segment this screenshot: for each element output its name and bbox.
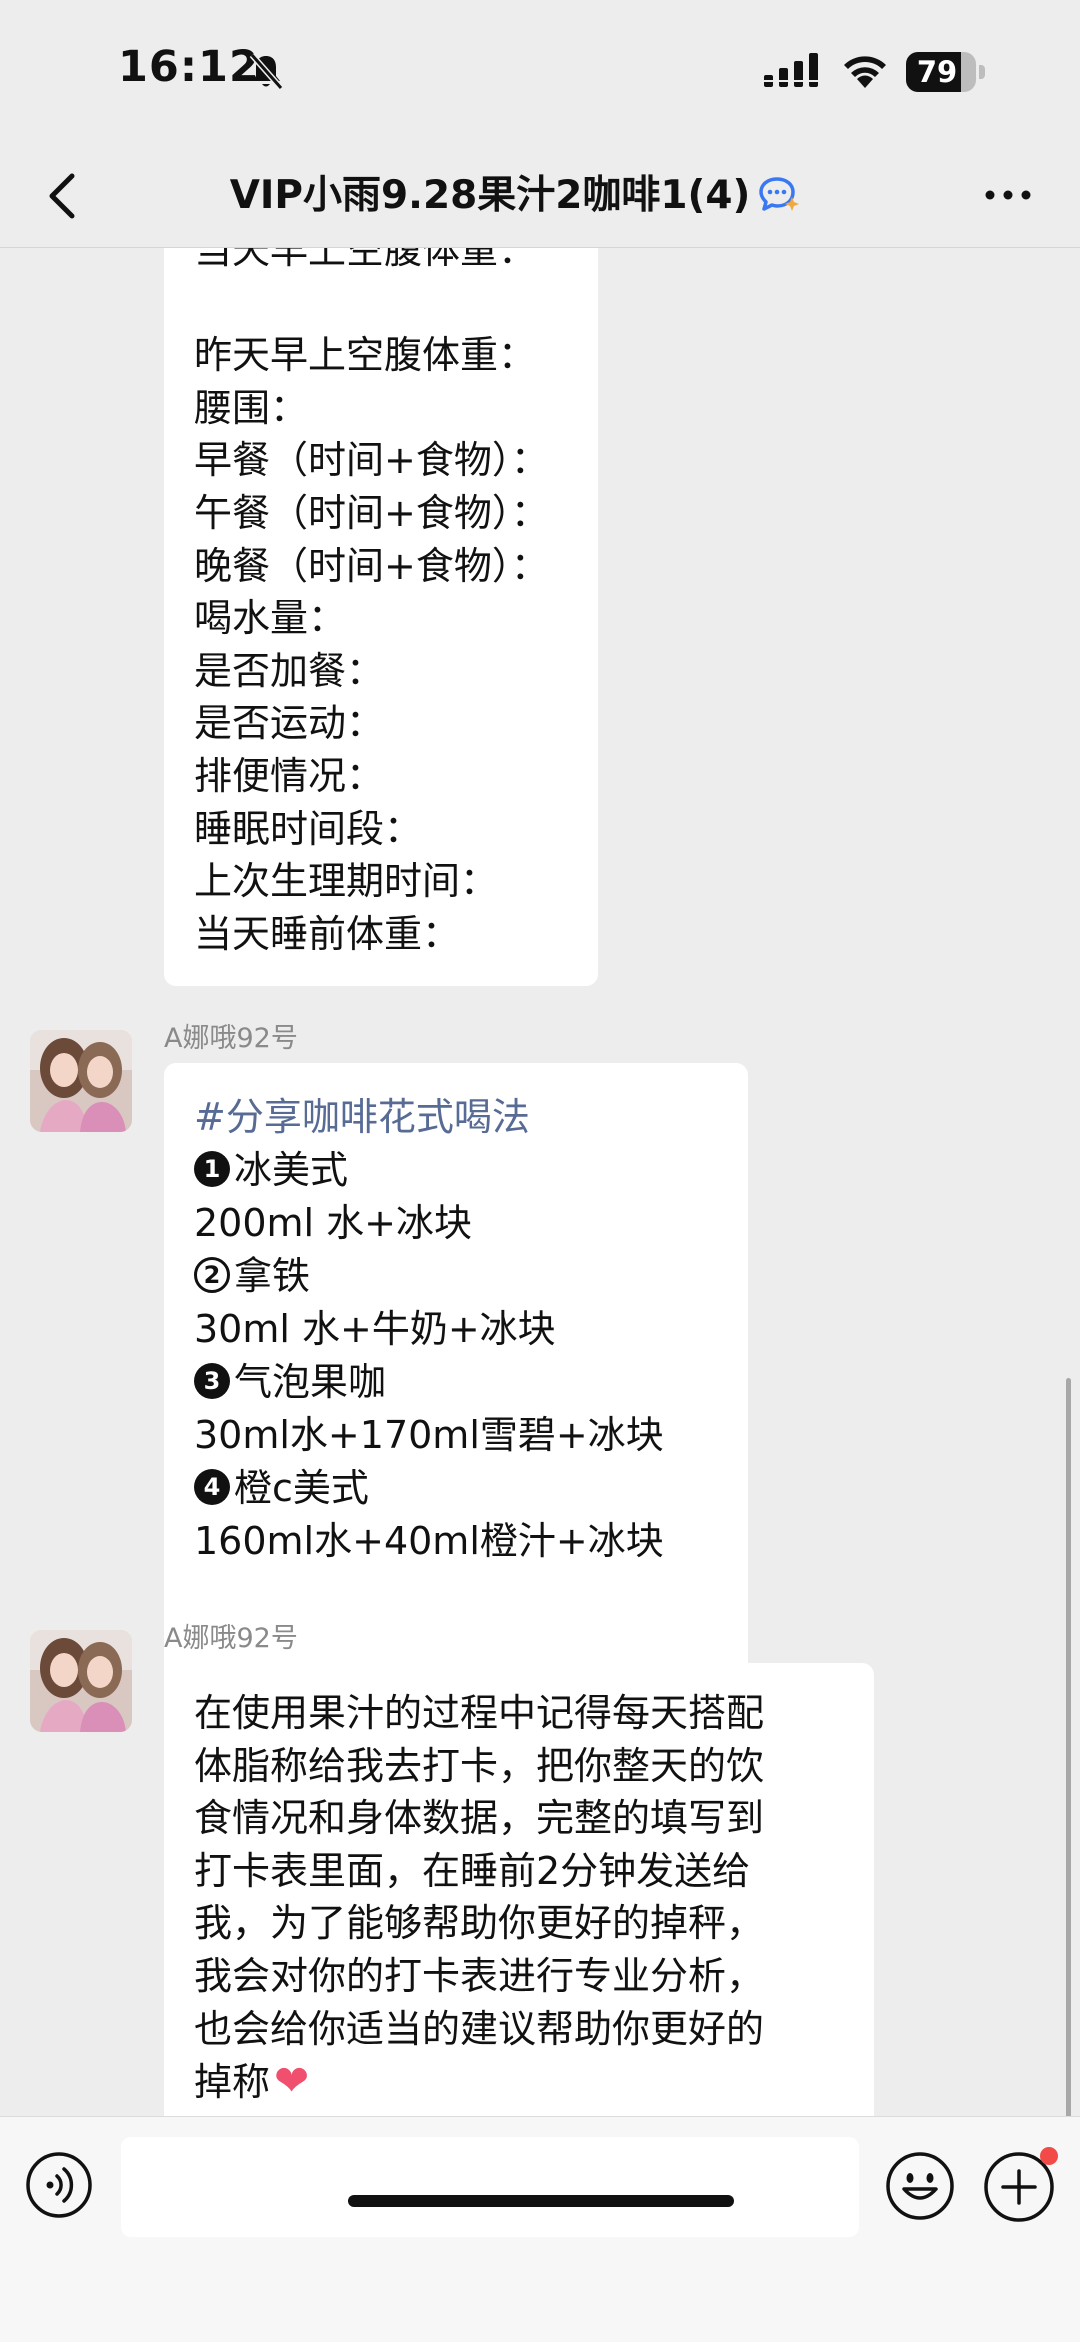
message-line: 排便情况： (194, 753, 385, 798)
message-line: 昨天早上空腹体重： (194, 333, 537, 378)
message-line: 午餐（时间+食物）： (194, 490, 549, 535)
message-line: 我，为了能够帮助你更好的掉秤， (194, 1901, 765, 1946)
cellular-signal-icon (764, 53, 818, 87)
status-bar: 16:12 79 (0, 0, 1080, 145)
recipe-line: 160ml水+40ml橙汁+冰块 (194, 1519, 664, 1563)
message-line: 腰围： (194, 385, 309, 430)
chat-messages[interactable]: 当天早上空腹体重： 昨天早上空腹体重： 腰围： 早餐（时间+食物）： 午餐（时间… (0, 248, 1080, 2116)
message-line: 也会给你适当的建议帮助你更好的 (194, 2006, 765, 2051)
more-options-icon[interactable] (978, 175, 1038, 215)
scrollbar[interactable] (1066, 1378, 1071, 2116)
heart-emoji-icon: ❤ (274, 2056, 310, 2106)
message-line: 打卡表里面，在睡前2分钟发送给 (194, 1848, 751, 1893)
recipe-name: 拿铁 (234, 1254, 311, 1298)
home-indicator (348, 2195, 734, 2207)
avatar[interactable] (30, 1030, 132, 1132)
message-line: 喝水量： (194, 596, 347, 641)
recipe-line: 30ml水+170ml雪碧+冰块 (194, 1413, 664, 1457)
number-two-icon: 2 (194, 1256, 230, 1293)
message-bubble[interactable]: 在使用果汁的过程中记得每天搭配 体脂称给我去打卡，把你整天的饮 食情况和身体数据… (164, 1663, 874, 2116)
notification-badge (1040, 2147, 1058, 2165)
message-line (194, 277, 568, 330)
message-line: 是否运动： (194, 701, 385, 746)
voice-input-icon[interactable] (25, 2151, 93, 2219)
message-line: 掉称 (194, 2060, 271, 2105)
sender-name: A娜哦92号 (164, 1023, 298, 1054)
message-line: 睡眠时间段： (194, 806, 423, 851)
ai-chat-icon[interactable] (758, 175, 800, 213)
wifi-icon (844, 56, 886, 88)
message-line: 在使用果汁的过程中记得每天搭配 (194, 1691, 765, 1735)
back-icon[interactable] (34, 161, 94, 231)
message-line: 食情况和身体数据，完整的填写到 (194, 1796, 765, 1841)
avatar[interactable] (30, 1630, 132, 1732)
message-line: 当天睡前体重： (194, 911, 461, 956)
message-bubble[interactable]: 当天早上空腹体重： 昨天早上空腹体重： 腰围： 早餐（时间+食物）： 午餐（时间… (164, 248, 598, 986)
number-three-icon: 3 (194, 1362, 230, 1399)
recipe-line: 200ml 水+冰块 (194, 1201, 473, 1245)
message-line: 当天早上空腹体重： (194, 248, 537, 272)
recipe-name: 气泡果咖 (234, 1360, 387, 1404)
number-one-icon: 1 (194, 1150, 230, 1187)
chat-header: VIP小雨9.28果汁2咖啡1(4) (0, 145, 1080, 248)
recipe-name: 橙c美式 (234, 1466, 369, 1510)
input-bar (0, 2116, 1080, 2342)
battery-level: 79 (916, 55, 958, 89)
chat-title-container[interactable]: VIP小雨9.28果汁2咖啡1(4) (150, 145, 880, 247)
message-line: 体脂称给我去打卡，把你整天的饮 (194, 1743, 765, 1788)
message-line: 晚餐（时间+食物）： (194, 543, 549, 588)
message-line: 上次生理期时间： (194, 859, 499, 904)
message-input[interactable] (121, 2137, 859, 2237)
status-time: 16:12 (118, 42, 260, 92)
chat-title: VIP小雨9.28果汁2咖啡1(4) (229, 173, 751, 218)
hashtag-link[interactable]: #分享咖啡花式喝法 (194, 1091, 718, 1144)
sender-name: A娜哦92号 (164, 1623, 298, 1654)
message-line: 我会对你的打卡表进行专业分析， (194, 1953, 765, 1998)
recipe-name: 冰美式 (234, 1148, 349, 1192)
emoji-icon[interactable] (885, 2151, 955, 2221)
number-four-icon: 4 (194, 1468, 230, 1505)
recipe-line: 30ml 水+牛奶+冰块 (194, 1307, 556, 1351)
message-line: 早餐（时间+食物）： (194, 438, 549, 483)
battery-icon: 79 (906, 52, 986, 92)
bell-muted-icon (249, 53, 284, 90)
message-line: 是否加餐： (194, 648, 385, 693)
